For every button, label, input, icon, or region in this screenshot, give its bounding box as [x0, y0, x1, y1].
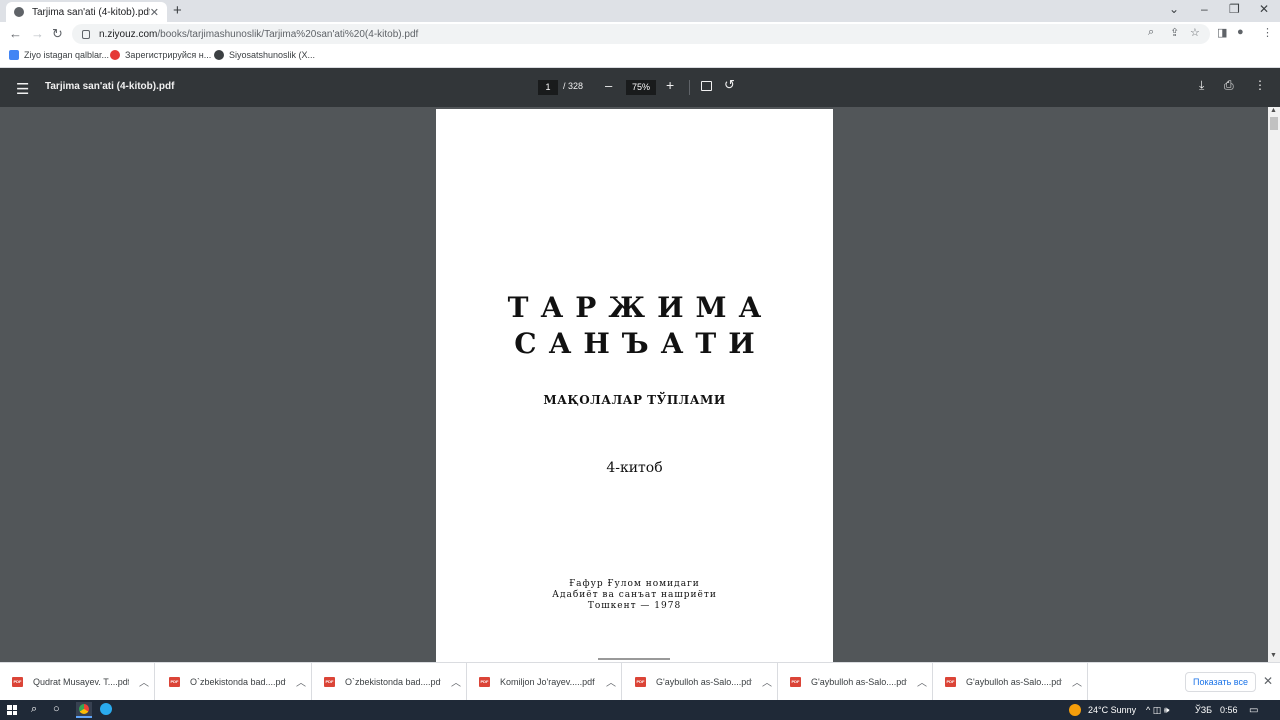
- download-item[interactable]: PDF G'aybulloh as-Salo....pdf ︿: [933, 663, 1088, 700]
- volume-number: 4-китоб: [606, 460, 663, 476]
- page-footer-mark: [598, 658, 670, 660]
- scroll-up-icon[interactable]: ▲: [1270, 107, 1277, 114]
- book-title-line1: ТАРЖИМА: [507, 291, 774, 324]
- star-icon[interactable]: ☆: [1190, 26, 1200, 39]
- telegram-icon[interactable]: [100, 703, 112, 715]
- scrollbar-thumb[interactable]: [1270, 117, 1278, 130]
- address-bar[interactable]: n.ziyouz.com/books/tarjimashunoslik/Tarj…: [72, 24, 1210, 44]
- url-text: n.ziyouz.com/books/tarjimashunoslik/Tarj…: [99, 28, 419, 40]
- zoom-out-button[interactable]: –: [605, 78, 612, 93]
- pdf-file-icon: PDF: [945, 676, 956, 687]
- back-button[interactable]: ←: [9, 26, 22, 41]
- show-all-downloads-button[interactable]: Показать все: [1185, 672, 1256, 692]
- download-icon[interactable]: ⤓: [1199, 78, 1204, 93]
- restore-button[interactable]: ❐: [1229, 2, 1240, 16]
- side-panel-icon[interactable]: ◨: [1217, 26, 1227, 39]
- page-total: / 328: [563, 81, 584, 91]
- pdf-file-icon: PDF: [790, 676, 801, 687]
- download-item[interactable]: PDF Qudrat Musayev. T....pdf ︿: [0, 663, 155, 700]
- new-tab-button[interactable]: +: [173, 2, 182, 19]
- windows-taskbar: ⌕ ○ 24°C Sunny ^ ◫ 🕪 ЎЗБ 0:56 ▭: [0, 700, 1280, 720]
- pdf-file-icon: PDF: [169, 676, 180, 687]
- print-icon[interactable]: ⎙: [1224, 78, 1234, 93]
- windows-start-icon[interactable]: [7, 705, 17, 715]
- vertical-scrollbar[interactable]: ▲ ▼: [1268, 107, 1280, 662]
- close-window-button[interactable]: ✕: [1259, 2, 1269, 16]
- toolbar-divider: [689, 80, 690, 95]
- reload-button[interactable]: ↻: [52, 26, 63, 42]
- scroll-down-icon[interactable]: ▼: [1270, 652, 1277, 659]
- fit-to-page-icon[interactable]: [701, 81, 712, 91]
- publisher-line1: Ғафур Ғулом номидаги: [569, 579, 700, 589]
- forward-button[interactable]: →: [31, 26, 44, 41]
- chevron-up-icon[interactable]: ︿: [762, 674, 772, 689]
- page-number-input[interactable]: 1: [538, 80, 558, 95]
- pdf-file-icon: PDF: [479, 676, 490, 687]
- bookmarks-bar: Ziyo istagan qalblar... Зарегистрируйся …: [0, 46, 1280, 68]
- tab-strip: Tarjima san'ati (4-kitob).pdf ✕ + ⌄ – ❐ …: [0, 0, 1280, 22]
- notification-icon[interactable]: ▭: [1249, 705, 1258, 716]
- close-shelf-icon[interactable]: ✕: [1263, 674, 1273, 688]
- download-item[interactable]: PDF Komiljon Jo'rayev.....pdf ︿: [467, 663, 622, 700]
- globe-icon: [14, 7, 24, 17]
- share-icon[interactable]: ⇪: [1170, 26, 1179, 39]
- chevron-up-icon[interactable]: ︿: [296, 674, 306, 689]
- book-title-line2: САНЪАТИ: [514, 327, 767, 360]
- chrome-taskbar-icon[interactable]: [76, 702, 92, 718]
- pdf-file-name: Tarjima san'ati (4-kitob).pdf: [45, 81, 175, 92]
- download-item[interactable]: PDF O`zbekistonda bad....pdf ︿: [312, 663, 467, 700]
- pdf-toolbar: ☰ Tarjima san'ati (4-kitob).pdf 1 / 328 …: [0, 68, 1280, 107]
- globe-icon: [214, 50, 224, 60]
- chevron-up-icon[interactable]: ︿: [606, 674, 616, 689]
- chevron-up-icon[interactable]: ︿: [1072, 674, 1082, 689]
- rotate-icon[interactable]: ↺: [724, 77, 735, 93]
- heart-icon: [110, 50, 120, 60]
- pdf-page: ТАРЖИМА САНЪАТИ МАҚОЛАЛАР ТЎПЛАМИ 4-кито…: [436, 109, 833, 662]
- publisher-line3: Тошкент — 1978: [587, 601, 682, 611]
- pdf-file-icon: PDF: [12, 676, 23, 687]
- tab-title: Tarjima san'ati (4-kitob).pdf: [32, 6, 150, 18]
- zoom-icon[interactable]: ⌕: [1148, 26, 1154, 39]
- pdf-file-icon: PDF: [635, 676, 646, 687]
- chevron-up-icon[interactable]: ︿: [451, 674, 461, 689]
- browser-toolbar: ← → ↻ n.ziyouz.com/books/tarjimashunosli…: [0, 22, 1280, 46]
- bookmark-register[interactable]: Зарегистрируйся н...: [110, 50, 211, 60]
- chevron-up-icon[interactable]: ︿: [139, 674, 149, 689]
- zoom-in-button[interactable]: +: [666, 77, 674, 93]
- zoom-level-input[interactable]: 75%: [626, 80, 656, 95]
- tab-search-icon[interactable]: ⌄: [1169, 2, 1179, 16]
- chevron-up-icon[interactable]: ︿: [917, 674, 927, 689]
- chrome-menu-icon[interactable]: ⋮: [1262, 26, 1273, 39]
- downloads-shelf: PDF Qudrat Musayev. T....pdf ︿ PDF O`zbe…: [0, 662, 1280, 700]
- pdf-file-icon: PDF: [324, 676, 335, 687]
- hamburger-menu-icon[interactable]: ☰: [16, 80, 29, 98]
- clock[interactable]: 0:56: [1220, 705, 1238, 715]
- book-subtitle: МАҚОЛАЛАР ТЎПЛАМИ: [543, 393, 726, 407]
- bookmark-siyosatshunoslik[interactable]: Siyosatshunoslik (X...: [214, 50, 315, 60]
- publisher-line2: Адабиёт ва санъат нашриёти: [552, 590, 717, 600]
- bookmark-ziyo[interactable]: Ziyo istagan qalblar...: [9, 50, 109, 60]
- download-item[interactable]: PDF G'aybulloh as-Salo....pdf ︿: [778, 663, 933, 700]
- weather-text[interactable]: 24°C Sunny: [1088, 705, 1136, 715]
- download-item[interactable]: PDF G'aybulloh as-Salo....pdf ︿: [623, 663, 778, 700]
- task-view-icon[interactable]: ○: [53, 703, 60, 715]
- minimize-button[interactable]: –: [1201, 2, 1208, 16]
- browser-tab[interactable]: Tarjima san'ati (4-kitob).pdf ✕: [6, 2, 167, 22]
- profile-avatar-icon[interactable]: ●: [1237, 26, 1244, 38]
- search-icon[interactable]: ⌕: [31, 703, 37, 716]
- close-tab-icon[interactable]: ✕: [150, 6, 159, 19]
- language-indicator[interactable]: ЎЗБ: [1195, 705, 1212, 715]
- ziyo-icon: [9, 50, 19, 60]
- lock-icon[interactable]: [82, 29, 90, 39]
- download-item[interactable]: PDF O`zbekistonda bad....pdf ︿: [157, 663, 312, 700]
- more-options-icon[interactable]: ⋮: [1254, 78, 1266, 92]
- system-tray-icons[interactable]: ^ ◫ 🕪: [1146, 705, 1169, 716]
- pdf-viewer[interactable]: ТАРЖИМА САНЪАТИ МАҚОЛАЛАР ТЎПЛАМИ 4-кито…: [0, 107, 1268, 662]
- weather-icon[interactable]: [1069, 704, 1081, 716]
